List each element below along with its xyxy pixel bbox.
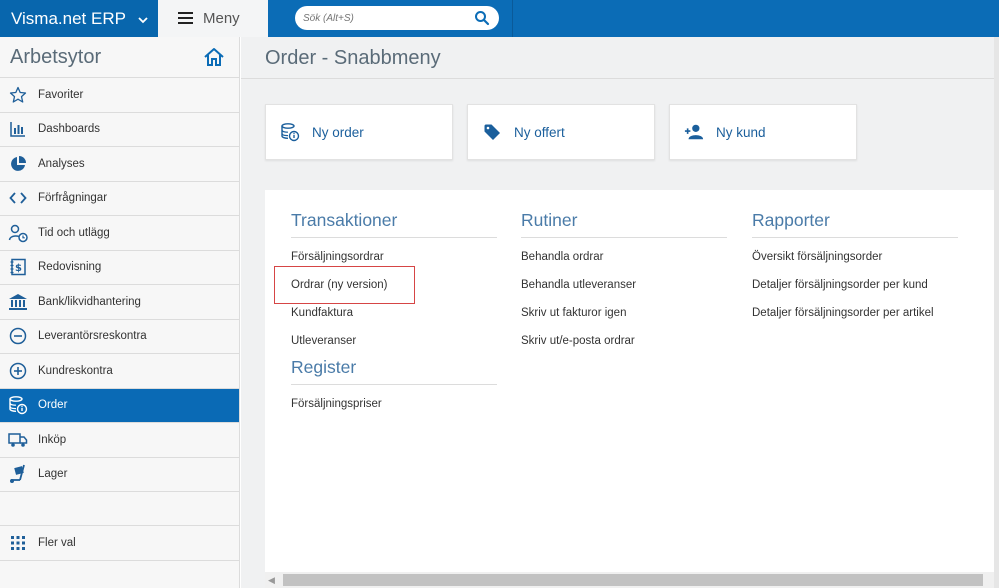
sidebar-item-label: Lager [38, 468, 68, 481]
sidebar-item-label: Favoriter [38, 88, 84, 101]
transaktioner-column: Transaktioner Försäljningsordrar Ordrar … [274, 210, 497, 418]
topbar-divider [512, 0, 513, 37]
tile-label: Ny kund [716, 124, 766, 140]
bar-chart-icon [8, 119, 28, 139]
main-content: Order - Snabbmeny Ny order Ny offert Ny … [241, 37, 995, 588]
code-brackets-icon [8, 188, 28, 208]
link-skriv-ut-e-posta-ordrar[interactable]: Skriv ut/e-posta ordrar [521, 327, 727, 355]
menu-label: Meny [203, 9, 240, 27]
truck-icon [8, 430, 28, 450]
person-clock-icon [8, 223, 28, 243]
link-ordrar-ny-version[interactable]: Ordrar (ny version) [274, 266, 415, 304]
sidebar-item-label: Analyses [38, 157, 85, 170]
sidebar-item-label: Dashboards [38, 123, 101, 136]
sidebar-header: Arbetsytor [0, 37, 239, 78]
rutiner-column: Rutiner Behandla ordrar Behandla utlever… [521, 210, 727, 355]
sidebar-item-leverantorsreskontra[interactable]: Leverantörsreskontra [0, 319, 239, 354]
app-name: Visma.net ERP [11, 8, 126, 28]
sidebar-item-tid-och-utlagg[interactable]: Tid och utlägg [0, 216, 239, 251]
sidebar-item-label: Leverantörsreskontra [38, 330, 147, 343]
sidebar-item-kundreskontra[interactable]: Kundreskontra [0, 354, 239, 389]
vertical-scrollbar[interactable] [994, 37, 999, 588]
rutiner-heading: Rutiner [521, 210, 727, 238]
search-input[interactable] [303, 12, 463, 24]
scrollbar-thumb[interactable] [283, 574, 983, 586]
app-switcher[interactable]: Visma.net ERP [0, 0, 158, 37]
sidebar-item-favoriter[interactable]: Favoriter [0, 78, 239, 113]
top-bar: Visma.net ERP Meny [0, 0, 999, 37]
sidebar-item-dashboards[interactable]: Dashboards [0, 112, 239, 147]
link-detaljer-per-artikel[interactable]: Detaljer försäljningsorder per artikel [752, 299, 958, 327]
sidebar-item-lager[interactable]: Lager [0, 457, 239, 492]
sidebar-spacer [0, 492, 239, 526]
ny-kund-tile[interactable]: Ny kund [669, 104, 857, 160]
sidebar-item-label: Inköp [38, 433, 67, 446]
sidebar-item-redovisning[interactable]: $ Redovisning [0, 250, 239, 285]
hamburger-icon [178, 9, 193, 27]
tag-icon [482, 122, 502, 142]
tile-label: Ny order [312, 124, 364, 140]
link-utleveranser[interactable]: Utleveranser [291, 327, 497, 355]
link-forsaljningspriser[interactable]: Försäljningspriser [291, 390, 497, 418]
sidebar-item-label: Kundreskontra [38, 364, 113, 377]
bank-icon [8, 292, 28, 312]
sidebar-item-label: Tid och utlägg [38, 226, 110, 239]
search-icon[interactable] [474, 10, 490, 26]
search-box[interactable] [295, 6, 499, 30]
sidebar-item-label: Bank/likvidhantering [38, 295, 141, 308]
sidebar-item-analyses[interactable]: Analyses [0, 147, 239, 182]
sidebar-item-label: Redovisning [38, 261, 102, 274]
order-icon [280, 122, 300, 142]
link-behandla-ordrar[interactable]: Behandla ordrar [521, 243, 727, 271]
rapporter-heading: Rapporter [752, 210, 958, 238]
ny-offert-tile[interactable]: Ny offert [467, 104, 655, 160]
rapporter-column: Rapporter Översikt försäljningsorder Det… [752, 210, 958, 327]
sidebar: Arbetsytor Favoriter Dashboards Analyses… [0, 37, 240, 588]
star-icon [8, 85, 28, 105]
page-title: Order - Snabbmeny [265, 47, 441, 69]
quick-menu-panel: Transaktioner Försäljningsordrar Ordrar … [265, 190, 995, 572]
link-detaljer-per-kund[interactable]: Detaljer försäljningsorder per kund [752, 271, 958, 299]
register-heading: Register [291, 357, 497, 385]
scroll-left-icon[interactable]: ◀ [268, 575, 275, 586]
add-user-icon [684, 122, 704, 142]
plus-circle-icon [8, 361, 28, 381]
transaktioner-heading: Transaktioner [291, 210, 497, 238]
link-behandla-utleveranser[interactable]: Behandla utleveranser [521, 271, 727, 299]
svg-text:$: $ [15, 263, 22, 274]
grid-dots-icon [8, 533, 28, 553]
pie-chart-icon [8, 154, 28, 174]
sidebar-item-fler-val[interactable]: Fler val [0, 526, 239, 561]
sidebar-item-inkop[interactable]: Inköp [0, 423, 239, 458]
sidebar-item-order[interactable]: Order [0, 388, 239, 423]
hand-truck-icon [8, 464, 28, 484]
link-kundfaktura[interactable]: Kundfaktura [291, 299, 497, 327]
ledger-icon: $ [8, 257, 28, 277]
minus-circle-icon [8, 326, 28, 346]
sidebar-title: Arbetsytor [10, 45, 102, 68]
horizontal-scrollbar[interactable]: ◀ [265, 572, 995, 588]
ny-order-tile[interactable]: Ny order [265, 104, 453, 160]
sidebar-item-label: Förfrågningar [38, 192, 108, 205]
home-icon[interactable] [203, 47, 225, 67]
link-oversikt-forsaljningsorder[interactable]: Översikt försäljningsorder [752, 243, 958, 271]
order-icon [8, 395, 28, 415]
sidebar-item-forfragningar[interactable]: Förfrågningar [0, 181, 239, 216]
title-divider [241, 78, 995, 79]
sidebar-item-bank[interactable]: Bank/likvidhantering [0, 285, 239, 320]
chevron-down-icon [138, 13, 148, 27]
menu-button[interactable]: Meny [158, 0, 268, 37]
sidebar-item-label: Order [38, 399, 68, 412]
link-skriv-ut-fakturor-igen[interactable]: Skriv ut fakturor igen [521, 299, 727, 327]
tile-label: Ny offert [514, 124, 565, 140]
sidebar-item-label: Fler val [38, 536, 76, 549]
